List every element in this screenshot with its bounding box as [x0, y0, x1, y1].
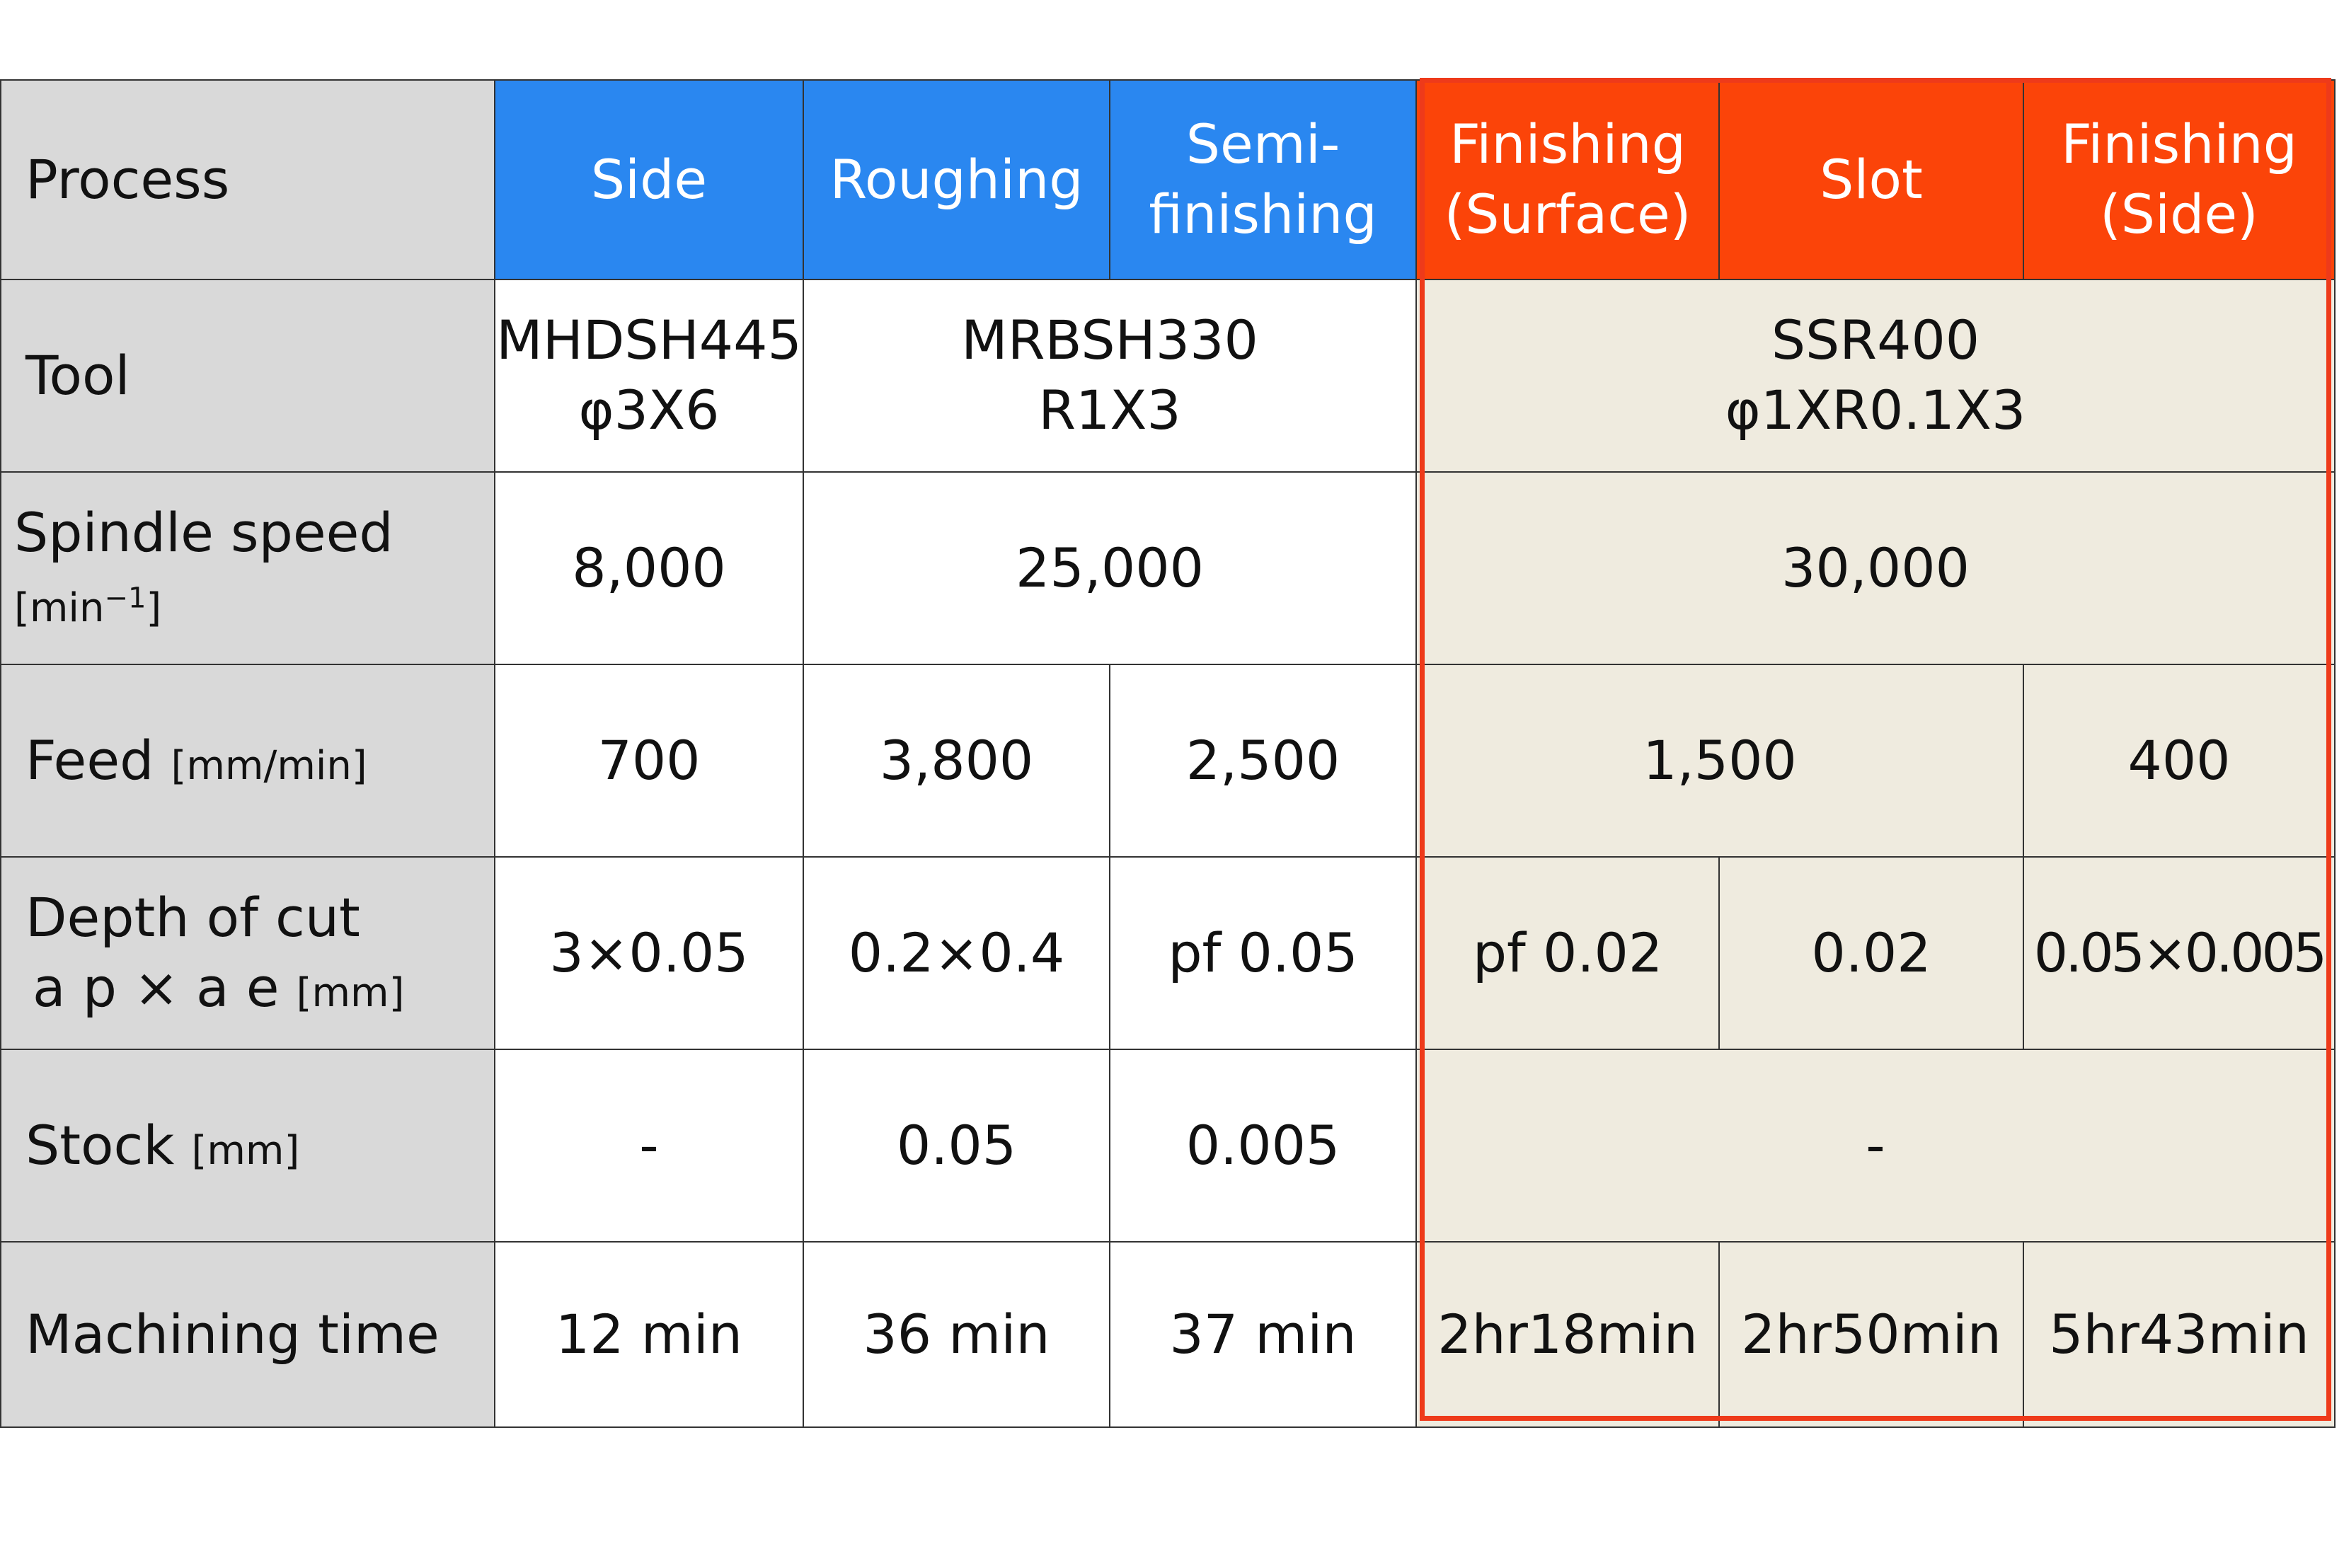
- spindle-rough-semi: 25,000: [803, 471, 1417, 665]
- stock-label: Stock: [25, 1113, 175, 1177]
- tool-rough-semi-name: MRBSH330: [961, 309, 1258, 372]
- feed-side: 700: [494, 664, 804, 858]
- stock-roughing: 0.05: [803, 1049, 1110, 1243]
- time-finishing-surface: 2hr18min: [1415, 1241, 1720, 1428]
- depth-roughing: 0.2×0.4: [803, 856, 1110, 1050]
- tool-finishing-size: φ1XR0.1X3: [1725, 379, 2026, 442]
- tool-row: Tool MHDSH445 φ3X6 MRBSH330 R1X3 SSR400 …: [0, 279, 2336, 473]
- spindle-unit: [min−1]: [14, 582, 162, 631]
- stock-row: Stock [mm] - 0.05 0.005 -: [0, 1049, 2336, 1243]
- feed-semi-finishing: 2,500: [1109, 664, 1417, 858]
- tool-side-name: MHDSH445: [496, 309, 802, 372]
- depth-unit: [mm]: [296, 970, 405, 1016]
- spindle-label-cell: Spindle speed [min−1]: [0, 471, 495, 665]
- tool-label: Tool: [0, 279, 495, 473]
- header-semi-finishing-line1: Semi-: [1185, 113, 1340, 176]
- stock-side: -: [494, 1049, 804, 1243]
- header-semi-finishing: Semi- finishing: [1109, 79, 1417, 280]
- time-roughing: 36 min: [803, 1241, 1110, 1428]
- tool-finishing-name: SSR400: [1771, 309, 1980, 372]
- time-finishing-side: 5hr43min: [2023, 1241, 2336, 1428]
- depth-row: Depth of cut a p × a e [mm] 3×0.05 0.2×0…: [0, 856, 2336, 1050]
- time-slot: 2hr50min: [1718, 1241, 2024, 1428]
- spindle-unit-suffix: ]: [146, 585, 162, 631]
- tool-rough-semi: MRBSH330 R1X3: [803, 279, 1417, 473]
- feed-finishing-side: 400: [2023, 664, 2336, 858]
- time-side: 12 min: [494, 1241, 804, 1428]
- depth-label-symbols-line: a p × a e [mm]: [25, 953, 493, 1023]
- header-roughing: Roughing: [803, 79, 1110, 280]
- depth-semi-finishing: pf 0.05: [1109, 856, 1417, 1050]
- tool-side-size: φ3X6: [578, 379, 720, 442]
- spindle-label: Spindle speed: [14, 501, 393, 565]
- stock-semi-finishing: 0.005: [1109, 1049, 1417, 1243]
- stock-label-cell: Stock [mm]: [0, 1049, 495, 1243]
- tool-side: MHDSH445 φ3X6: [494, 279, 804, 473]
- feed-finishing-surface-slot: 1,500: [1415, 664, 2024, 858]
- depth-label-cell: Depth of cut a p × a e [mm]: [0, 856, 495, 1050]
- header-slot: Slot: [1718, 79, 2024, 280]
- stock-finishing: -: [1415, 1049, 2336, 1243]
- header-side: Side: [494, 79, 804, 280]
- spindle-row: Spindle speed [min−1] 8,000 25,000 30,00…: [0, 471, 2336, 665]
- spindle-unit-exponent: −1: [104, 582, 146, 615]
- feed-roughing: 3,800: [803, 664, 1110, 858]
- depth-label-symbols: a p × a e: [33, 956, 280, 1019]
- depth-side: 3×0.05: [494, 856, 804, 1050]
- time-row: Machining time 12 min 36 min 37 min 2hr1…: [0, 1241, 2336, 1428]
- feed-label: Feed: [25, 728, 154, 792]
- header-finishing-side: Finishing (Side): [2023, 79, 2336, 280]
- depth-finishing-surface: pf 0.02: [1415, 856, 1720, 1050]
- stock-unit: [mm]: [191, 1127, 300, 1174]
- depth-label: Depth of cut: [25, 886, 360, 950]
- feed-unit: [mm/min]: [171, 742, 367, 789]
- process-label: Process: [0, 79, 495, 280]
- spindle-finishing: 30,000: [1415, 471, 2336, 665]
- time-label: Machining time: [0, 1241, 495, 1428]
- header-finishing-surface-line2: (Surface): [1444, 183, 1691, 246]
- tool-finishing: SSR400 φ1XR0.1X3: [1415, 279, 2336, 473]
- time-semi-finishing: 37 min: [1109, 1241, 1417, 1428]
- tool-rough-semi-size: R1X3: [1038, 379, 1181, 442]
- depth-slot: 0.02: [1718, 856, 2024, 1050]
- spindle-unit-prefix: [min: [14, 585, 105, 631]
- header-finishing-surface-line1: Finishing: [1449, 113, 1686, 176]
- feed-row: Feed [mm/min] 700 3,800 2,500 1,500 400: [0, 664, 2336, 858]
- spindle-side: 8,000: [494, 471, 804, 665]
- header-semi-finishing-line2: finishing: [1149, 183, 1377, 246]
- machining-conditions-table: Process Side Roughing Semi- finishing Fi…: [0, 79, 2336, 1428]
- feed-label-cell: Feed [mm/min]: [0, 664, 495, 858]
- header-row: Process Side Roughing Semi- finishing Fi…: [0, 79, 2336, 280]
- header-finishing-side-line1: Finishing: [2061, 113, 2297, 176]
- header-finishing-surface: Finishing (Surface): [1415, 79, 1720, 280]
- header-finishing-side-line2: (Side): [2100, 183, 2258, 246]
- depth-finishing-side: 0.05×0.005: [2023, 856, 2336, 1050]
